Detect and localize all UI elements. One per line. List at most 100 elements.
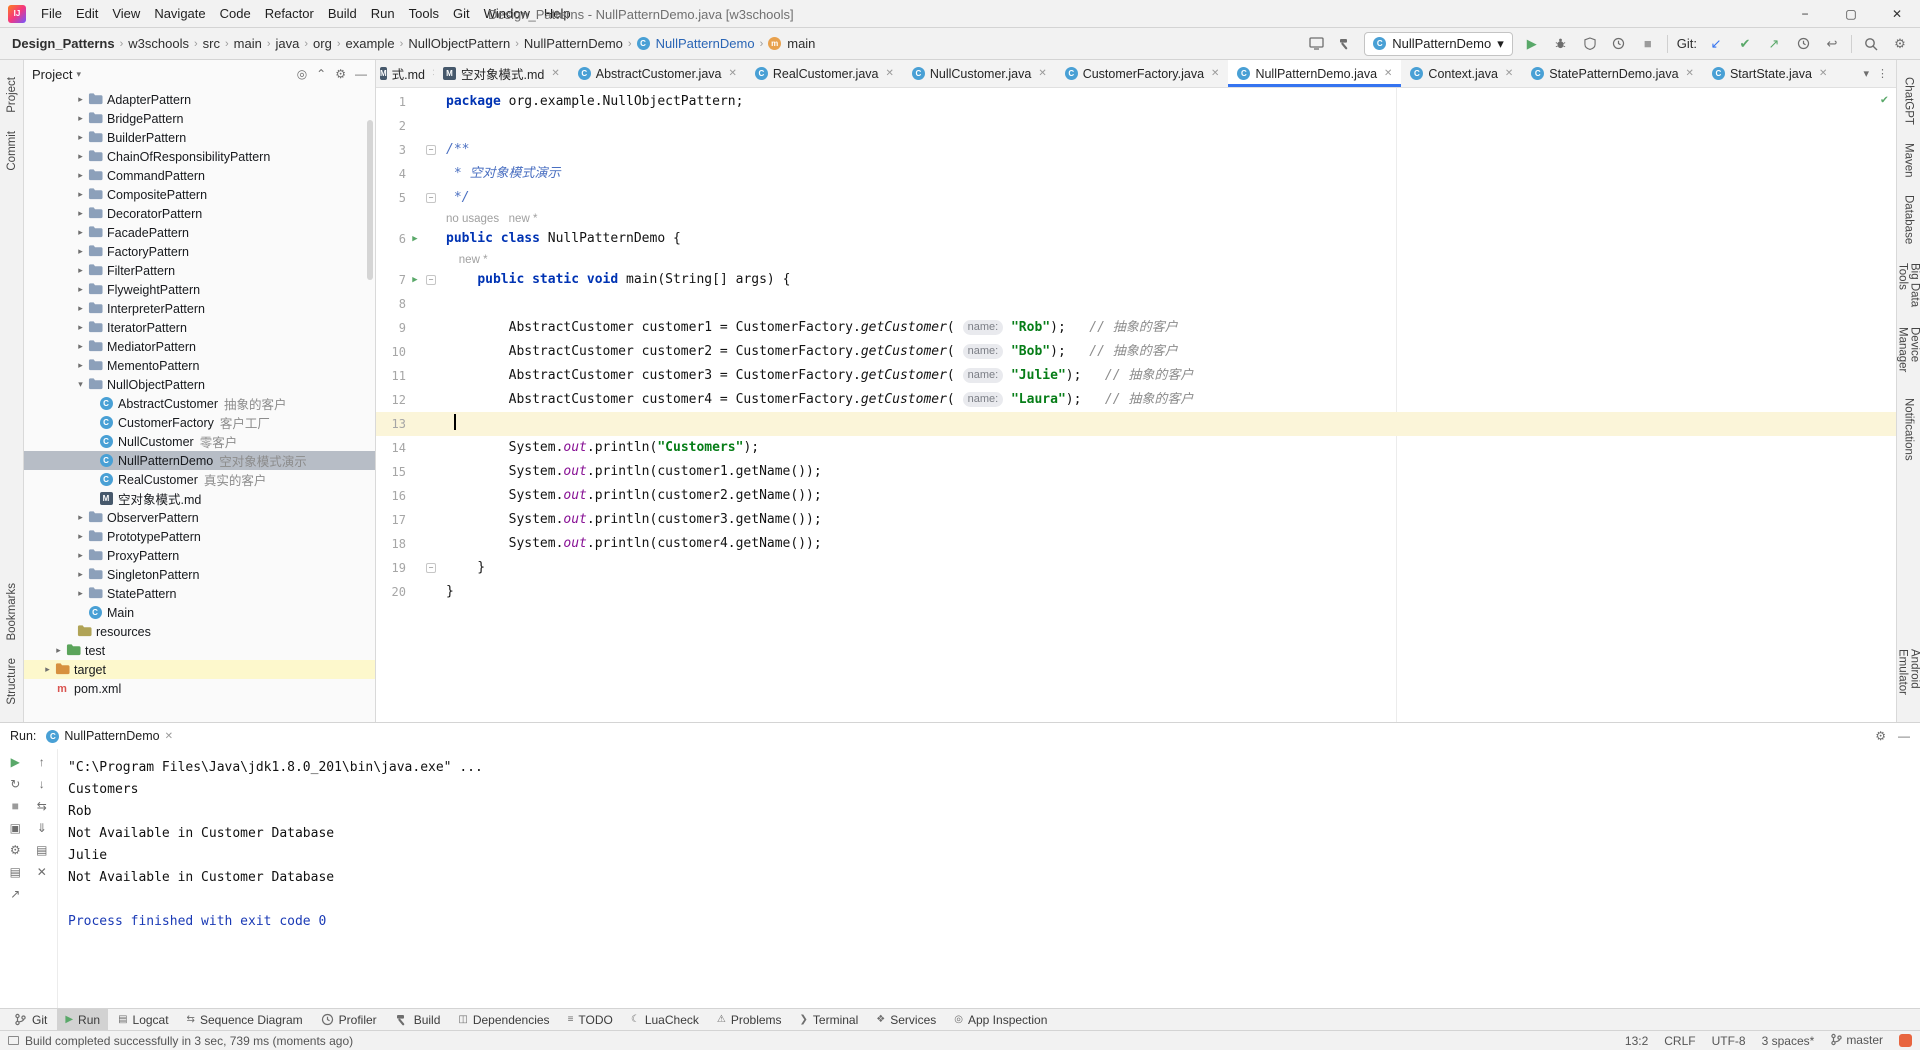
tab-abstractcustomer-java[interactable]: C AbstractCustomer.java ✕ [569, 60, 746, 87]
tree-item-nullcustomer[interactable]: C NullCustomer 零客户 [24, 432, 375, 451]
tree-item-statepattern[interactable]: ▸ StatePattern [24, 584, 375, 603]
close-icon[interactable]: ✕ [165, 731, 173, 742]
tool-window-button-logcat[interactable]: ▤ Logcat [110, 1009, 176, 1031]
clear-all-icon[interactable]: ✕ [37, 865, 47, 879]
fold-marker-icon[interactable]: − [424, 186, 438, 210]
chevron-collapsed-icon[interactable]: ▸ [74, 151, 87, 162]
editor-line[interactable]: 16 System.out.println(customer2.getName(… [376, 484, 1896, 508]
tool-window-button-dependencies[interactable]: ◫ Dependencies [450, 1009, 557, 1031]
git-commit-button[interactable]: ✔ [1735, 34, 1755, 54]
chevron-collapsed-icon[interactable]: ▸ [74, 303, 87, 314]
scroll-to-end-icon[interactable]: ⇓ [37, 821, 47, 835]
tree-item-singletonpattern[interactable]: ▸ SingletonPattern [24, 565, 375, 584]
editor-line[interactable]: 2 [376, 114, 1896, 138]
chevron-collapsed-icon[interactable]: ▸ [74, 208, 87, 219]
tool-window-button-sequence-diagram[interactable]: ⇆ Sequence Diagram [179, 1009, 311, 1031]
console-line[interactable]: Process finished with exit code 0 [68, 911, 1920, 933]
tab-空对象模式-md[interactable]: M 空对象模式.md ✕ [434, 60, 569, 87]
gear-icon[interactable]: ⚙ [1875, 729, 1886, 743]
project-scrollbar[interactable] [367, 120, 373, 280]
menu-tools[interactable]: Tools [402, 6, 446, 21]
tab-startstate-java[interactable]: C StartState.java ✕ [1703, 60, 1836, 87]
console-line[interactable] [68, 889, 1920, 911]
tree-item-test[interactable]: ▸ test [24, 641, 375, 660]
fold-marker-icon[interactable]: − [424, 268, 438, 292]
code-editor[interactable]: ✔ 1 package org.example.NullObjectPattern… [376, 88, 1896, 722]
encoding-widget[interactable]: UTF-8 [1712, 1034, 1746, 1048]
tab-statepatterndemo-java[interactable]: C StatePatternDemo.java ✕ [1522, 60, 1703, 87]
tree-item-commandpattern[interactable]: ▸ CommandPattern [24, 166, 375, 185]
tool-stripe-big-data-tools[interactable]: Big Data Tools [1897, 263, 1920, 309]
tab-context-java[interactable]: C Context.java ✕ [1401, 60, 1522, 87]
chevron-collapsed-icon[interactable]: ▸ [74, 246, 87, 257]
tool-window-button-build[interactable]: Build [387, 1009, 449, 1031]
console-line[interactable]: Not Available in Customer Database [68, 867, 1920, 889]
breadcrumb-item-design-patterns[interactable]: Design_Patterns [10, 36, 117, 51]
status-message[interactable]: Build completed successfully in 3 sec, 7… [25, 1034, 353, 1048]
screenshot-icon[interactable]: ▣ [10, 821, 21, 835]
soft-wrap-icon[interactable]: ⇆ [37, 799, 47, 813]
breadcrumb-method[interactable]: main [785, 36, 817, 51]
run-gutter-icon[interactable]: ▶ [406, 268, 424, 292]
editor-line[interactable]: 6 ▶ public class NullPatternDemo { [376, 227, 1896, 251]
git-push-button[interactable]: ↗ [1764, 34, 1784, 54]
editor-line[interactable]: 1 package org.example.NullObjectPattern; [376, 90, 1896, 114]
run-console-output[interactable]: "C:\Program Files\Java\jdk1.8.0_201\bin\… [58, 749, 1920, 1008]
running-devices-icon[interactable] [1306, 34, 1326, 54]
editor-inlay-hint[interactable]: no usages new * [376, 210, 1896, 227]
breadcrumb-class[interactable]: NullPatternDemo [654, 36, 757, 51]
editor-inlay-hint[interactable]: new * [376, 251, 1896, 268]
chevron-down-icon[interactable]: ▾ [1863, 67, 1869, 80]
chevron-collapsed-icon[interactable]: ▸ [41, 664, 54, 675]
editor-line[interactable]: 10 AbstractCustomer customer2 = Customer… [376, 340, 1896, 364]
close-tab-icon[interactable]: ✕ [885, 68, 893, 79]
close-tab-icon[interactable]: ✕ [728, 68, 736, 79]
chevron-collapsed-icon[interactable]: ▸ [74, 550, 87, 561]
chevron-expanded-icon[interactable]: ▾ [74, 379, 87, 390]
tree-item-main[interactable]: C Main [24, 603, 375, 622]
down-stack-trace-icon[interactable]: ↓ [39, 777, 45, 791]
debug-button[interactable] [1551, 34, 1571, 54]
console-line[interactable]: "C:\Program Files\Java\jdk1.8.0_201\bin\… [68, 757, 1920, 779]
tab-nullpatterndemo-java[interactable]: C NullPatternDemo.java ✕ [1228, 60, 1402, 87]
locate-file-icon[interactable]: ◎ [297, 67, 307, 81]
editor-line[interactable]: 18 System.out.println(customer4.getName(… [376, 532, 1896, 556]
menu-build[interactable]: Build [321, 6, 364, 21]
stop-button[interactable]: ■ [1638, 34, 1658, 54]
chevron-collapsed-icon[interactable]: ▸ [74, 512, 87, 523]
git-history-button[interactable] [1793, 34, 1813, 54]
git-branch-widget[interactable]: master [1830, 1033, 1883, 1049]
coverage-button[interactable] [1580, 34, 1600, 54]
menu-navigate[interactable]: Navigate [147, 6, 212, 21]
caret-position-widget[interactable]: 13:2 [1625, 1034, 1648, 1048]
editor-line[interactable]: 9 AbstractCustomer customer1 = CustomerF… [376, 316, 1896, 340]
settings-icon[interactable]: ⚙ [10, 843, 21, 857]
close-tab-icon[interactable]: ✕ [1384, 68, 1392, 79]
collapse-all-icon[interactable]: ⌃ [316, 67, 326, 81]
run-console-tab[interactable]: C NullPatternDemo ✕ [46, 729, 173, 743]
tool-stripe-notifications[interactable]: Notifications [1903, 398, 1915, 461]
console-line[interactable]: Rob [68, 801, 1920, 823]
close-tab-icon[interactable]: ✕ [1819, 68, 1827, 79]
tree-item-abstractcustomer[interactable]: C AbstractCustomer 抽象的客户 [24, 394, 375, 413]
tool-stripe-device-manager[interactable]: Device Manager [1897, 327, 1920, 380]
hide-panel-icon[interactable]: — [355, 67, 367, 81]
close-icon[interactable]: ✕ [1874, 0, 1920, 28]
profiler-button[interactable] [1609, 34, 1629, 54]
tool-window-button-problems[interactable]: ⚠ Problems [709, 1009, 790, 1031]
chevron-collapsed-icon[interactable]: ▸ [52, 645, 65, 656]
editor-line[interactable]: 19 − } [376, 556, 1896, 580]
editor-line[interactable]: 3−/** [376, 138, 1896, 162]
tool-stripe-database[interactable]: Database [1903, 195, 1915, 244]
run-gutter-icon[interactable]: ▶ [406, 227, 424, 251]
breadcrumb-item-src[interactable]: src [201, 36, 222, 51]
chevron-collapsed-icon[interactable]: ▸ [74, 170, 87, 181]
tree-item-facadepattern[interactable]: ▸ FacadePattern [24, 223, 375, 242]
tab-式-md[interactable]: M式.md✕ [376, 60, 434, 87]
chevron-collapsed-icon[interactable]: ▸ [74, 189, 87, 200]
tool-window-button-profiler[interactable]: Profiler [313, 1009, 385, 1031]
tree-item-filterpattern[interactable]: ▸ FilterPattern [24, 261, 375, 280]
tree-item-resources[interactable]: resources [24, 622, 375, 641]
tree-item-factorypattern[interactable]: ▸ FactoryPattern [24, 242, 375, 261]
chevron-collapsed-icon[interactable]: ▸ [74, 113, 87, 124]
